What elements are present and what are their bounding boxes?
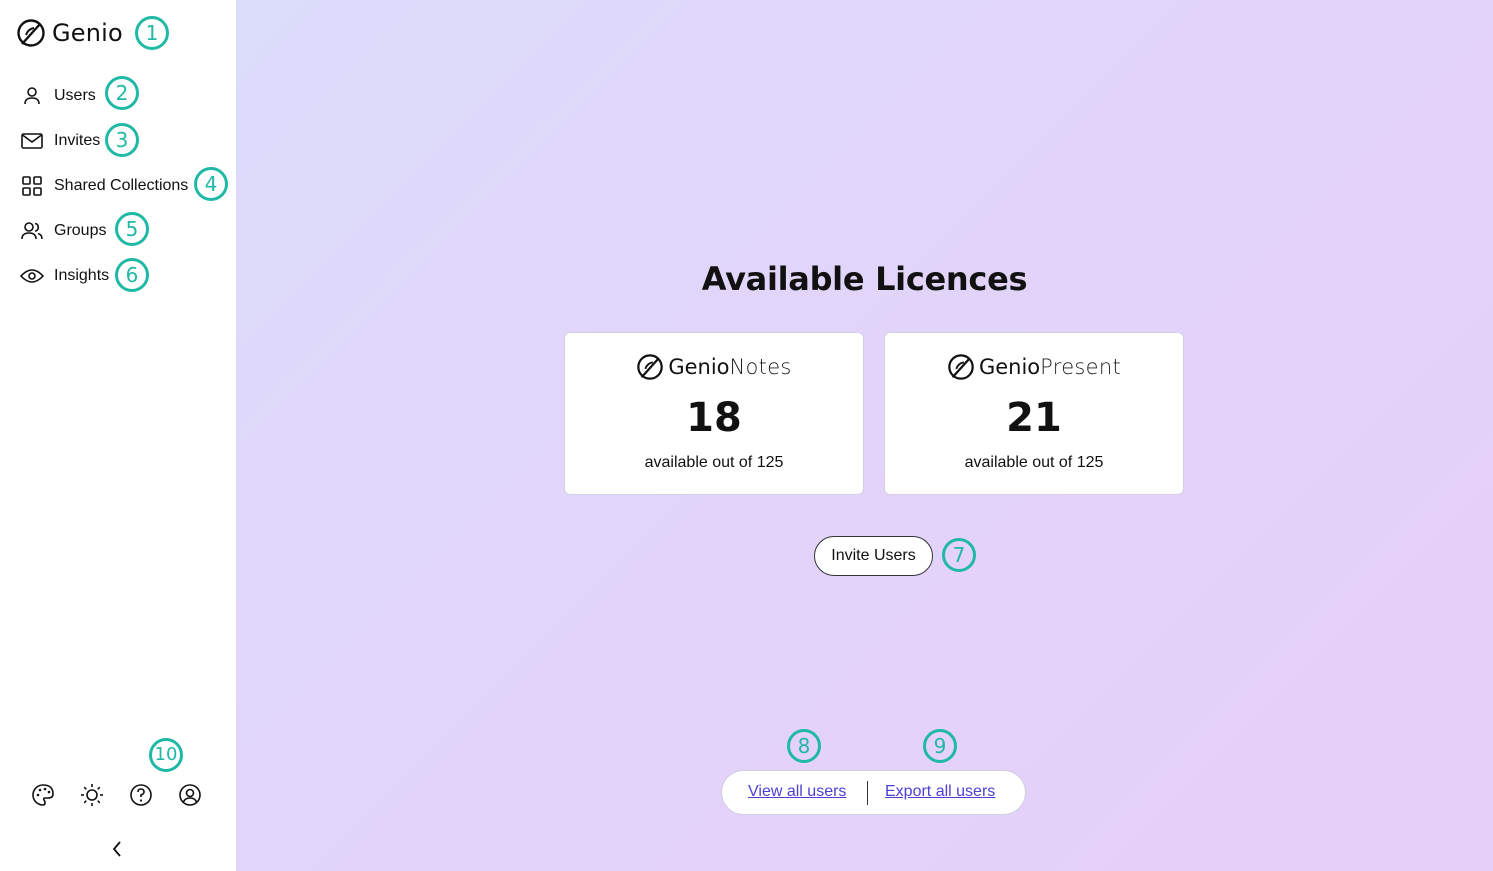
help-icon[interactable] xyxy=(128,782,154,808)
annotation-badge-6: 6 xyxy=(115,258,149,292)
genio-logo-icon xyxy=(17,19,45,47)
brand-logo: Genio Present xyxy=(885,353,1183,381)
brand-name: Genio xyxy=(668,355,730,379)
annotation-badge-5: 5 xyxy=(115,212,149,246)
licence-count: 18 xyxy=(686,395,742,441)
logo-text: Genio xyxy=(52,19,123,47)
chevron-left-icon[interactable] xyxy=(108,839,126,859)
annotation-badge-1: 1 xyxy=(135,16,169,50)
sidebar-item-users[interactable]: Users xyxy=(20,84,96,108)
users-icon xyxy=(20,219,44,243)
annotation-badge-7: 7 xyxy=(942,538,976,572)
user-icon xyxy=(20,84,44,108)
sidebar-footer-icons xyxy=(30,782,226,808)
annotation-badge-4: 4 xyxy=(194,167,228,201)
sidebar-item-invites[interactable]: Invites xyxy=(20,129,100,153)
sidebar-item-label: Invites xyxy=(54,132,101,149)
eye-icon xyxy=(20,264,44,288)
annotation-badge-8: 8 xyxy=(787,729,821,763)
product-name: Notes xyxy=(729,355,792,379)
genio-logo-icon xyxy=(637,354,664,380)
grid-icon xyxy=(20,174,44,198)
licence-subtitle: available out of 125 xyxy=(644,454,784,471)
link-divider xyxy=(867,781,868,805)
user-links-bar: View all users Export all users xyxy=(721,770,1026,815)
licence-count: 21 xyxy=(1006,395,1062,441)
sidebar-item-insights[interactable]: Insights xyxy=(20,264,109,288)
brand-name: Genio xyxy=(978,355,1041,379)
product-name: Present xyxy=(1040,355,1122,379)
export-all-users-link[interactable]: Export all users xyxy=(885,783,995,801)
sidebar-item-groups[interactable]: Groups xyxy=(20,219,106,243)
annotation-badge-10: 10 xyxy=(149,738,183,772)
licence-subtitle: available out of 125 xyxy=(964,454,1104,471)
mail-icon xyxy=(20,129,44,153)
annotation-badge-3: 3 xyxy=(105,123,139,157)
sidebar-item-label: Users xyxy=(54,87,96,104)
licence-card-notes: Genio Notes 18 available out of 125 xyxy=(564,332,864,495)
account-icon[interactable] xyxy=(177,782,203,808)
main-content: Available Licences Genio Notes 18 availa… xyxy=(236,0,1493,871)
sidebar-item-label: Groups xyxy=(54,222,107,239)
sidebar-item-label: Shared Collections xyxy=(54,177,189,194)
view-all-users-link[interactable]: View all users xyxy=(748,783,846,801)
sun-icon[interactable] xyxy=(79,782,105,808)
page-title: Available Licences xyxy=(701,260,1028,298)
genio-logo[interactable]: Genio xyxy=(16,18,123,48)
annotation-badge-2: 2 xyxy=(105,76,139,110)
licence-card-present: Genio Present 21 available out of 125 xyxy=(884,332,1184,495)
annotation-badge-9: 9 xyxy=(923,729,957,763)
brand-logo: Genio Notes xyxy=(565,353,863,381)
palette-icon[interactable] xyxy=(30,782,56,808)
genio-logo-icon xyxy=(948,354,974,380)
invite-users-button[interactable]: Invite Users xyxy=(814,536,933,576)
sidebar-item-label: Insights xyxy=(54,267,110,284)
sidebar-item-shared-collections[interactable]: Shared Collections xyxy=(20,174,188,198)
